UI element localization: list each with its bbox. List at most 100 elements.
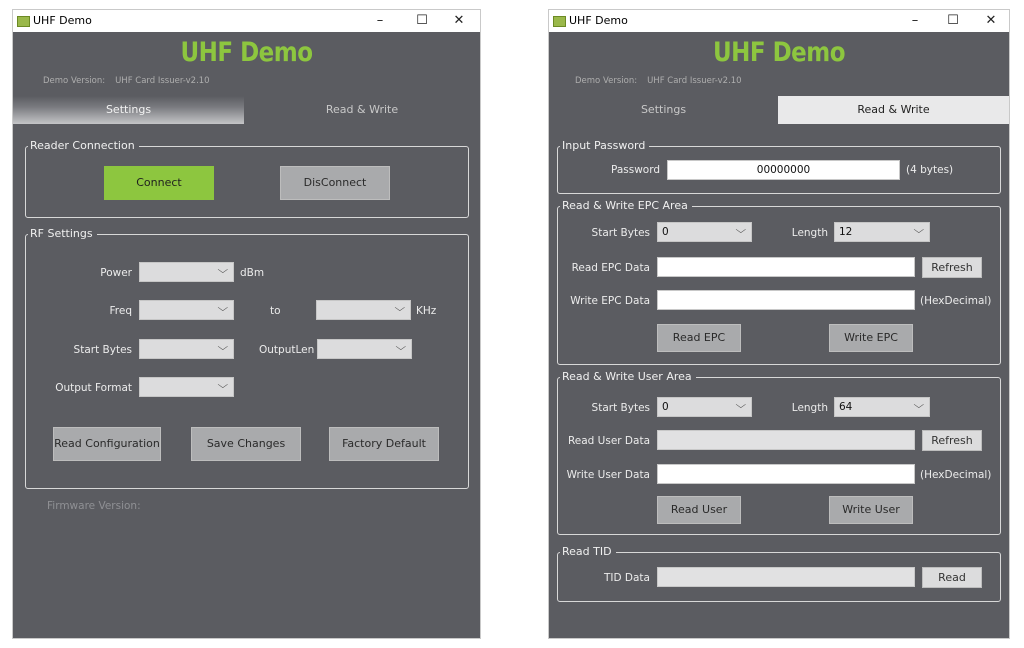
length-label: Length [791, 402, 828, 414]
tab-bar: Settings Read & Write [549, 96, 1009, 124]
group-legend: Read TID [560, 545, 616, 558]
power-select[interactable]: ⌵ [139, 262, 234, 282]
app-icon [17, 16, 30, 27]
group-legend: Read & Write User Area [560, 370, 696, 383]
epc-length-select[interactable]: 12 ⌵ [834, 222, 930, 242]
brand-logo: UHF Demo [712, 38, 846, 68]
firmware-version-label: Firmware Version: [47, 500, 141, 512]
version-line: Demo Version: UHF Card Issuer-v2.10 [43, 76, 210, 86]
write-user-button[interactable]: Write User [829, 496, 913, 524]
write-epc-data-label: Write EPC Data [570, 295, 650, 307]
chevron-down-icon: ⌵ [217, 342, 229, 353]
save-changes-button[interactable]: Save Changes [191, 427, 301, 461]
version-value: UHF Card Issuer-v2.10 [647, 76, 742, 86]
title-bar[interactable]: UHF Demo – ☐ ✕ [549, 10, 1009, 32]
user-start-bytes-select[interactable]: 0 ⌵ [657, 397, 752, 417]
group-legend: RF Settings [28, 227, 97, 240]
disconnect-button[interactable]: DisConnect [280, 166, 390, 200]
group-legend: Input Password [560, 139, 650, 152]
write-user-data-field[interactable] [657, 464, 915, 484]
rf-settings-group: RF Settings Power ⌵ dBm Freq ⌵ to ⌵ KHz … [25, 227, 469, 489]
selected-value: 0 [662, 226, 669, 238]
read-tid-group: Read TID TID Data Read [557, 545, 1001, 602]
tab-bar: Settings Read & Write [13, 96, 480, 124]
chevron-down-icon: ⌵ [217, 380, 229, 391]
chevron-down-icon: ⌵ [913, 400, 925, 411]
start-bytes-label: Start Bytes [591, 402, 650, 414]
tab-settings[interactable]: Settings [549, 96, 778, 124]
reader-connection-group: Reader Connection Connect DisConnect [25, 139, 469, 218]
write-epc-button[interactable]: Write EPC [829, 324, 913, 352]
power-unit: dBm [240, 267, 265, 279]
power-label: Power [100, 267, 132, 279]
maximize-icon[interactable]: ☐ [404, 11, 440, 31]
password-label: Password [610, 164, 660, 176]
read-configuration-button[interactable]: Read Configuration [53, 427, 161, 461]
freq-to-label: to [270, 305, 281, 317]
freq-label: Freq [109, 305, 133, 317]
read-tid-button[interactable]: Read [922, 567, 982, 588]
tid-data-field[interactable] [657, 567, 915, 587]
read-epc-button[interactable]: Read EPC [657, 324, 741, 352]
tab-read-write[interactable]: Read & Write [244, 96, 480, 124]
freq-to-select[interactable]: ⌵ [316, 300, 411, 320]
read-user-data-field[interactable] [657, 430, 915, 450]
freq-unit: KHz [416, 305, 437, 317]
maximize-icon[interactable]: ☐ [935, 11, 971, 31]
chevron-down-icon: ⌵ [913, 225, 925, 236]
brand-logo: UHF Demo [180, 38, 313, 68]
window-title: UHF Demo [569, 14, 628, 27]
read-epc-data-field[interactable] [657, 257, 915, 277]
tab-settings[interactable]: Settings [13, 96, 244, 124]
close-icon[interactable]: ✕ [973, 11, 1009, 31]
start-bytes-select[interactable]: ⌵ [139, 339, 234, 359]
app-icon [553, 16, 566, 27]
user-refresh-button[interactable]: Refresh [922, 430, 982, 451]
epc-refresh-button[interactable]: Refresh [922, 257, 982, 278]
epc-area-group: Read & Write EPC Area Start Bytes 0 ⌵ Len… [557, 199, 1001, 365]
chevron-down-icon: ⌵ [217, 265, 229, 276]
password-value: 00000000 [756, 164, 811, 176]
chevron-down-icon: ⌵ [735, 400, 747, 411]
freq-from-select[interactable]: ⌵ [139, 300, 234, 320]
output-len-label: OutputLen [259, 344, 315, 356]
group-legend: Read & Write EPC Area [560, 199, 692, 212]
close-icon[interactable]: ✕ [441, 11, 477, 31]
version-value: UHF Card Issuer-v2.10 [115, 76, 210, 86]
tid-data-label: TID Data [603, 572, 650, 584]
window-title: UHF Demo [33, 14, 92, 27]
minimize-icon[interactable]: – [897, 11, 933, 31]
connect-button[interactable]: Connect [104, 166, 214, 200]
right-window: UHF Demo – ☐ ✕ UHF Demo Demo Version: UHF… [549, 10, 1009, 638]
read-epc-data-label: Read EPC Data [571, 262, 650, 274]
hex-hint: (HexDecimal) [920, 469, 992, 481]
write-epc-data-field[interactable] [657, 290, 915, 310]
tab-read-write[interactable]: Read & Write [778, 96, 1009, 124]
start-bytes-label: Start Bytes [73, 344, 132, 356]
version-label: Demo Version: [575, 76, 638, 86]
version-line: Demo Version: UHF Card Issuer-v2.10 [575, 76, 742, 86]
password-hint: (4 bytes) [906, 164, 954, 176]
minimize-icon[interactable]: – [362, 11, 398, 31]
version-label: Demo Version: [43, 76, 106, 86]
chevron-down-icon: ⌵ [217, 303, 229, 314]
chevron-down-icon: ⌵ [395, 342, 407, 353]
factory-default-button[interactable]: Factory Default [329, 427, 439, 461]
user-area-group: Read & Write User Area Start Bytes 0 ⌵ Le… [557, 370, 1001, 535]
output-format-label: Output Format [55, 382, 132, 394]
epc-start-bytes-select[interactable]: 0 ⌵ [657, 222, 752, 242]
selected-value: 0 [662, 401, 669, 413]
input-password-group: Input Password Password 00000000 (4 byte… [557, 139, 1001, 194]
length-label: Length [791, 227, 828, 239]
chevron-down-icon: ⌵ [735, 225, 747, 236]
title-bar[interactable]: UHF Demo – ☐ ✕ [13, 10, 480, 32]
selected-value: 12 [839, 226, 853, 238]
left-window: UHF Demo – ☐ ✕ UHF Demo Demo Version: UHF… [13, 10, 480, 638]
read-user-button[interactable]: Read User [657, 496, 741, 524]
start-bytes-label: Start Bytes [591, 227, 650, 239]
write-user-data-label: Write User Data [566, 469, 650, 481]
output-format-select[interactable]: ⌵ [139, 377, 234, 397]
output-len-select[interactable]: ⌵ [317, 339, 412, 359]
password-input[interactable]: 00000000 [667, 160, 900, 180]
user-length-select[interactable]: 64 ⌵ [834, 397, 930, 417]
